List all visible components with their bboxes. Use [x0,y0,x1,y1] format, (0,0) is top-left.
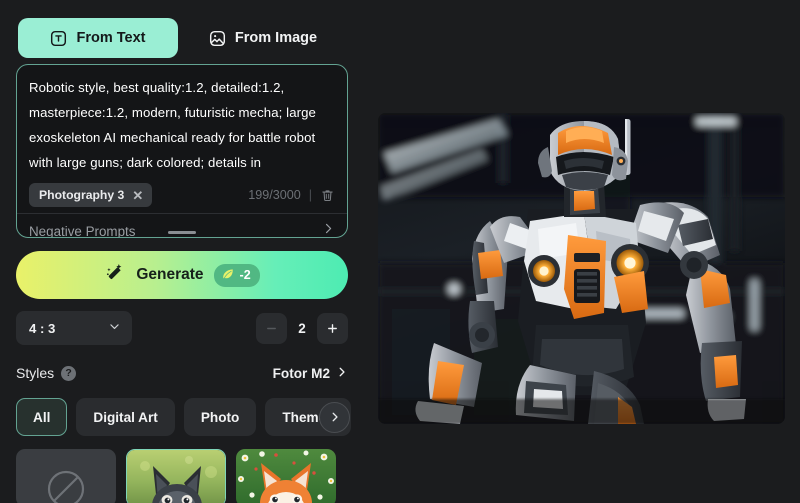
negative-prompts-row[interactable]: Negative Prompts [29,214,335,238]
chevron-right-icon [322,222,335,238]
generated-robot-image[interactable] [378,113,785,424]
style-thumbnail-list [16,449,362,503]
prompt-meta-row: Photography 3 ✕ 199/3000 | [29,180,335,210]
style-thumb-dog-photo[interactable] [126,449,226,503]
styles-title-group: Styles ? [16,365,76,381]
prompt-card[interactable]: Robotic style, best quality:1.2, detaile… [16,64,348,238]
style-category-next-button[interactable] [319,402,350,433]
preview-panel [362,0,800,503]
increment-button[interactable] [317,313,348,344]
model-label: Fotor M2 [273,366,330,381]
credit-cost-chip: -2 [214,264,260,287]
trash-icon[interactable] [320,188,335,203]
decrement-button[interactable] [256,313,287,344]
chevron-down-icon [108,320,121,336]
chevron-right-icon [336,366,348,381]
image-icon [209,30,226,47]
prompt-input[interactable]: Robotic style, best quality:1.2, detaile… [29,75,335,175]
close-icon[interactable]: ✕ [132,189,143,202]
tab-from-image-label: From Image [235,30,317,46]
left-control-panel: From Text From Image Robotic style, best… [0,0,362,503]
mode-tabs: From Text From Image [0,0,362,62]
meta-separator: | [309,188,312,202]
generate-button[interactable]: Generate -2 [16,251,348,299]
question-mark-icon[interactable]: ? [61,366,76,381]
generate-label: Generate [136,266,203,284]
tab-from-text[interactable]: From Text [18,18,178,58]
aspect-ratio-select[interactable]: 4 : 3 [16,311,132,345]
style-category-list: All Digital Art Photo Themes [16,398,362,436]
style-chip-label: Photography 3 [39,188,124,202]
ai-image-generator-app: From Text From Image Robotic style, best… [0,0,800,503]
styles-header: Styles ? Fotor M2 [16,361,348,385]
char-counter: 199/3000 [248,188,301,202]
aspect-ratio-value: 4 : 3 [29,321,55,336]
prompt-meta-right: 199/3000 | [248,188,335,203]
resize-handle[interactable] [168,231,196,234]
style-category-photo[interactable]: Photo [184,398,257,436]
text-icon [50,30,67,47]
style-chip-photography-3[interactable]: Photography 3 ✕ [29,183,152,207]
tab-from-text-label: From Text [76,30,145,46]
style-thumb-fox-illustration[interactable] [236,449,336,503]
credit-cost-value: -2 [240,268,251,282]
negative-prompts-label: Negative Prompts [29,224,135,239]
style-category-digital-art[interactable]: Digital Art [76,398,174,436]
magic-wand-icon [104,262,126,289]
image-count-value: 2 [297,321,307,336]
leaf-icon [221,267,235,284]
style-category-all[interactable]: All [16,398,67,436]
style-category-photo-label: Photo [201,410,240,425]
tab-from-image[interactable]: From Image [188,18,338,58]
style-category-all-label: All [33,410,50,425]
style-category-digital-art-label: Digital Art [93,410,157,425]
image-count-stepper: 2 [256,313,348,344]
style-thumb-no-style[interactable] [16,449,116,503]
ratio-and-count-row: 4 : 3 2 [16,311,348,345]
model-selector[interactable]: Fotor M2 [273,366,348,381]
styles-title: Styles [16,365,54,381]
